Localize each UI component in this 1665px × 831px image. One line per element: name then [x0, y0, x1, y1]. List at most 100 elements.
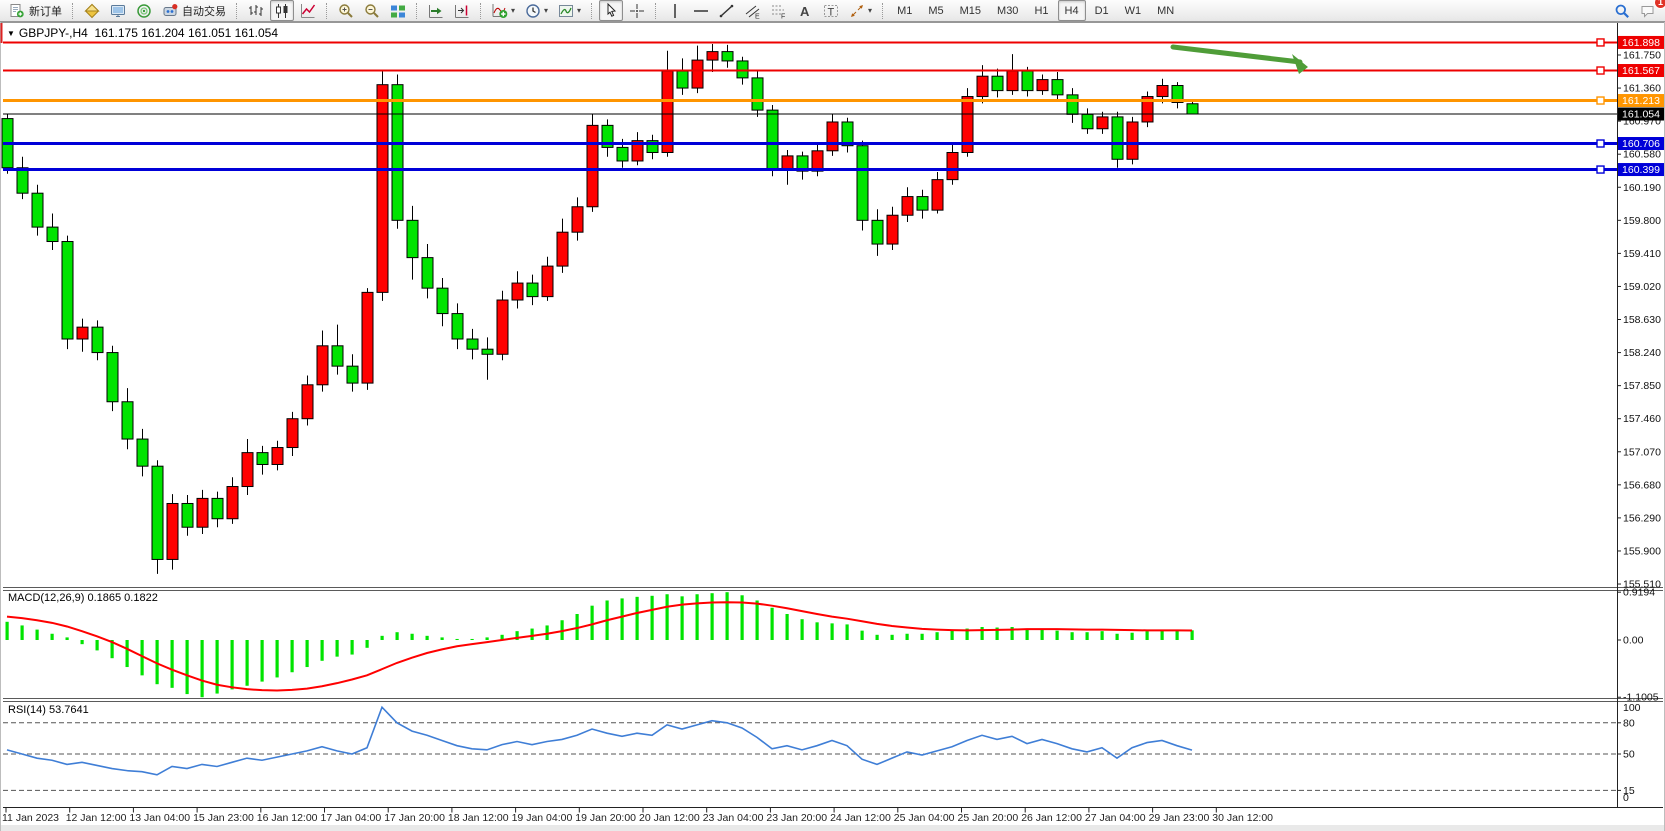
candle-body — [287, 419, 298, 448]
macd-histogram-bar — [411, 634, 414, 640]
macd-histogram-bar — [981, 627, 984, 640]
line-handle[interactable] — [1597, 140, 1604, 147]
macd-histogram-bar — [801, 619, 804, 640]
candle-body — [182, 503, 193, 527]
search-icon — [1614, 3, 1630, 19]
macd-histogram-bar — [531, 629, 534, 640]
auto-scroll-button[interactable] — [424, 0, 448, 21]
text-button[interactable]: A — [793, 0, 817, 21]
search-button-wrap — [1609, 0, 1635, 21]
macd-histogram-bar — [396, 632, 399, 640]
macd-histogram-bar — [1041, 630, 1044, 640]
time-tick-label: 16 Jan 12:00 — [257, 812, 318, 824]
chart-shift-button[interactable] — [450, 0, 474, 21]
time-tick-label: 19 Jan 04:00 — [512, 812, 573, 824]
candle-body — [422, 258, 433, 289]
timeframe-button-m1[interactable]: M1 — [890, 0, 919, 21]
channel-icon: E — [745, 3, 761, 19]
time-tick-label: 11 Jan 2023 — [2, 812, 59, 824]
label-button[interactable]: T — [819, 0, 843, 21]
templates-button-caret[interactable]: ▾ — [577, 6, 581, 15]
time-tick-label: 27 Jan 04:00 — [1085, 812, 1146, 824]
candle-chart-button[interactable] — [270, 0, 294, 21]
candle-body — [1067, 95, 1078, 114]
macd-tick-label: 0.00 — [1623, 635, 1644, 647]
line-handle[interactable] — [1597, 97, 1604, 104]
zoom-in-button[interactable] — [334, 0, 358, 21]
line-handle[interactable] — [1597, 67, 1604, 74]
candle-body — [1187, 104, 1198, 114]
new-order-button-label: 新订单 — [29, 3, 62, 19]
candle-body — [542, 266, 553, 297]
bar-chart-button[interactable] — [244, 0, 268, 21]
price-badge-label: 161.567 — [1622, 65, 1660, 77]
notification-badge: 1 — [1654, 0, 1665, 9]
line-chart-button[interactable] — [296, 0, 320, 21]
candle-body — [557, 232, 568, 266]
zoom-out-button[interactable] — [360, 0, 384, 21]
timeframe-button-m5[interactable]: M5 — [921, 0, 950, 21]
candle-body — [257, 453, 268, 465]
arrows-button-caret[interactable]: ▾ — [868, 6, 872, 15]
chart-canvas[interactable]: 161.750161.360160.970160.580160.190159.8… — [0, 22, 1665, 831]
time-tick-label: 30 Jan 12:00 — [1212, 812, 1273, 824]
periods-button[interactable]: ▾ — [521, 0, 552, 21]
macd-histogram-bar — [786, 614, 789, 640]
new-order-button[interactable]: 新订单 — [5, 0, 66, 21]
channel-button[interactable]: E — [741, 0, 765, 21]
timeframe-button-m15[interactable]: M15 — [953, 0, 988, 21]
macd-histogram-bar — [1071, 632, 1074, 640]
clock-icon — [525, 3, 541, 19]
candle-body — [347, 366, 358, 383]
candle-body — [872, 220, 883, 244]
candle-body — [377, 85, 388, 293]
line-handle[interactable] — [1597, 166, 1604, 173]
time-tick-label: 17 Jan 04:00 — [321, 812, 382, 824]
time-tick-label: 13 Jan 04:00 — [129, 812, 190, 824]
trendline-button[interactable] — [715, 0, 739, 21]
indicators-button-caret[interactable]: ▾ — [511, 6, 515, 15]
candle-body — [767, 110, 778, 169]
strategy-tester-button[interactable] — [80, 0, 104, 21]
macd-histogram-bar — [951, 631, 954, 640]
price-tick-label: 157.070 — [1623, 446, 1661, 458]
macd-histogram-bar — [336, 640, 339, 657]
timeframe-button-m30[interactable]: M30 — [990, 0, 1025, 21]
macd-histogram-bar — [276, 640, 279, 677]
indicators-button[interactable]: ▾ — [488, 0, 519, 21]
rsi-tick-label: 100 — [1623, 702, 1641, 714]
arrows-icon — [849, 3, 865, 19]
time-tick-label: 19 Jan 20:00 — [575, 812, 636, 824]
timeframe-button-d1[interactable]: D1 — [1088, 0, 1116, 21]
line-handle[interactable] — [1597, 39, 1604, 46]
hline-button[interactable] — [689, 0, 713, 21]
signals-button[interactable] — [132, 0, 156, 21]
search-button[interactable] — [1610, 0, 1634, 21]
periods-button-caret[interactable]: ▾ — [544, 6, 548, 15]
vline-button[interactable] — [663, 0, 687, 21]
timeframe-button-w1[interactable]: W1 — [1118, 0, 1149, 21]
macd-histogram-bar — [351, 640, 354, 655]
new-order-icon — [9, 3, 25, 19]
macd-histogram-bar — [366, 640, 369, 648]
svg-text:E: E — [755, 13, 760, 19]
zoom-out-icon — [364, 3, 380, 19]
comments-button-wrap: 1 — [1635, 0, 1661, 21]
candle-body — [662, 71, 673, 152]
macd-histogram-bar — [621, 598, 624, 640]
autotrading-button[interactable]: 自动交易 — [158, 0, 230, 21]
templates-button[interactable]: ▾ — [554, 0, 585, 21]
price-badge-label: 160.399 — [1622, 164, 1660, 176]
price-tick-label: 157.460 — [1623, 413, 1661, 425]
tile-windows-button[interactable] — [386, 0, 410, 21]
arrows-button[interactable]: ▾ — [845, 0, 876, 21]
cursor-button[interactable] — [599, 0, 623, 21]
terminal-button[interactable] — [106, 0, 130, 21]
crosshair-button[interactable] — [625, 0, 649, 21]
macd-histogram-bar — [126, 640, 129, 667]
macd-histogram-bar — [1131, 633, 1134, 640]
timeframe-button-mn[interactable]: MN — [1150, 0, 1181, 21]
fibonacci-button[interactable]: F — [767, 0, 791, 21]
timeframe-button-h4[interactable]: H4 — [1058, 0, 1086, 21]
timeframe-button-h1[interactable]: H1 — [1027, 0, 1055, 21]
